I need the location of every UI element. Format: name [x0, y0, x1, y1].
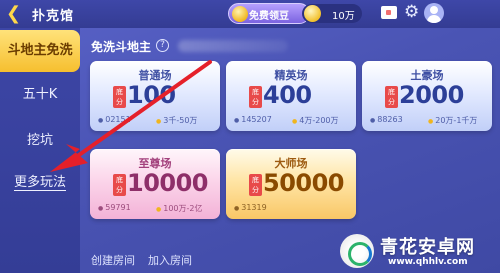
- mode-sidebar: 斗地主免洗 五十K 挖坑 更多玩法: [0, 28, 80, 273]
- bean-coin-icon: [232, 6, 248, 22]
- base-score-badge: 底分: [113, 86, 126, 108]
- balance-value: 10万: [332, 11, 355, 22]
- sidebar-item-label: 挖坑: [26, 133, 53, 148]
- free-bean-button[interactable]: 免费领豆: [228, 3, 310, 24]
- room-card-master[interactable]: 大师场 底分 50000 31319: [226, 149, 356, 219]
- gold-coin-icon: [304, 5, 321, 22]
- join-room-link[interactable]: 加入房间: [148, 252, 192, 268]
- watermark: 青花安卓网 www.qhhlv.com: [340, 228, 500, 273]
- game-lobby-screen: ❮ 扑克馆 免费领豆 10万 ⚙ 斗地主免洗 五十K 挖坑 更多玩法 免洗斗地主…: [0, 0, 500, 273]
- page-title: 扑克馆: [32, 9, 75, 24]
- sidebar-item-label: 更多玩法: [13, 175, 66, 191]
- sidebar-item-label: 斗地主免洗: [7, 43, 73, 58]
- sidebar-item-more-modes[interactable]: 更多玩法: [0, 162, 80, 204]
- online-count: 31319: [234, 203, 266, 212]
- base-score-value: 100: [127, 81, 176, 109]
- base-score-value: 400: [263, 81, 312, 109]
- watermark-url: www.qhhlv.com: [388, 257, 468, 267]
- sidebar-item-dig-pit[interactable]: 挖坑: [0, 120, 80, 162]
- section-title: 免洗斗地主: [91, 40, 152, 54]
- base-score-badge: 底分: [385, 86, 398, 108]
- watermark-logo-icon: [340, 234, 374, 268]
- online-count: 02151: [98, 115, 130, 124]
- room-card-elite[interactable]: 精英场 底分 400 145207 4万-200万: [226, 61, 356, 131]
- gear-icon[interactable]: ⚙: [404, 2, 419, 22]
- sidebar-item-free-wash-landlord[interactable]: 斗地主免洗: [0, 30, 80, 72]
- help-icon[interactable]: ?: [156, 39, 169, 52]
- coin-range: 100万-2亿: [156, 203, 202, 214]
- base-score-value: 10000: [127, 169, 209, 197]
- user-profile-icon[interactable]: [424, 3, 444, 23]
- create-room-link[interactable]: 创建房间: [91, 252, 135, 268]
- sidebar-item-label: 五十K: [22, 87, 58, 102]
- base-score-badge: 底分: [249, 174, 262, 196]
- online-count: 88263: [370, 115, 402, 124]
- base-score-value: 2000: [399, 81, 464, 109]
- watermark-name: 青花安卓网: [380, 237, 475, 258]
- coin-range: 20万-1千万: [428, 115, 477, 126]
- online-count: 59791: [98, 203, 130, 212]
- balance-display[interactable]: 10万: [302, 4, 362, 23]
- free-bean-label: 免费领豆: [249, 11, 289, 22]
- blurred-notice: [178, 40, 288, 52]
- coin-range: 4万-200万: [292, 115, 338, 126]
- base-score-value: 50000: [263, 169, 345, 197]
- top-bar: ❮ 扑克馆 免费领豆 10万 ⚙: [0, 0, 500, 28]
- base-score-badge: 底分: [249, 86, 262, 108]
- room-card-supreme[interactable]: 至尊场 底分 10000 59791 100万-2亿: [90, 149, 220, 219]
- mail-icon[interactable]: [381, 6, 397, 19]
- online-count: 145207: [234, 115, 272, 124]
- coin-range: 3千-50万: [156, 115, 197, 126]
- sidebar-item-fifty-k[interactable]: 五十K: [0, 74, 80, 116]
- back-arrow-icon[interactable]: ❮: [6, 4, 26, 24]
- room-card-tycoon[interactable]: 土豪场 底分 2000 88263 20万-1千万: [362, 61, 492, 131]
- room-card-normal[interactable]: 普通场 底分 100 02151 3千-50万: [90, 61, 220, 131]
- base-score-badge: 底分: [113, 174, 126, 196]
